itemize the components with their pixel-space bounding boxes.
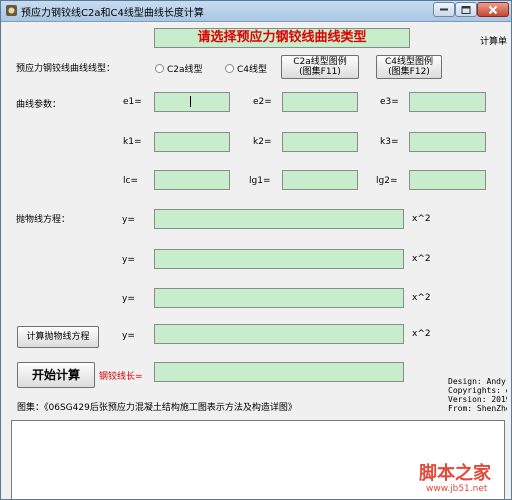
lg1-label: lg1=	[249, 176, 271, 186]
parabola-label: 抛物线方程：	[16, 215, 71, 225]
minimize-button[interactable]	[433, 2, 455, 17]
parabola-output-3[interactable]	[154, 288, 404, 308]
c4-legend-line2: (图集F12)	[388, 67, 430, 77]
c2a-legend-button[interactable]: C2a线型图例 (图集F11)	[281, 55, 359, 79]
k1-input[interactable]	[154, 132, 230, 152]
info-copyrights: Copyrights: d	[448, 386, 507, 395]
k3-label: k3=	[380, 137, 399, 147]
app-icon	[6, 5, 17, 16]
client-area: 请选择预应力钢铰线曲线类型 计算单位 预应力钢铰线曲线线型： C2a线型 C4线…	[6, 22, 507, 499]
parabola-x2-label-3: x^2	[412, 293, 431, 303]
radio-c4-label: C4线型	[237, 65, 268, 75]
info-version: Version: 2019	[448, 395, 507, 404]
length-label: 钢铰线长=	[99, 372, 143, 382]
parabola-x2-label-4: x^2	[412, 329, 431, 339]
parabola-y-label-1: y=	[122, 215, 135, 225]
maximize-button[interactable]	[455, 2, 477, 17]
k1-label: k1=	[123, 137, 142, 147]
start-calc-button[interactable]: 开始计算	[17, 362, 95, 388]
parabola-x2-label-2: x^2	[412, 254, 431, 264]
atlas-reference: 图集：《06SG429后张预应力混凝土结构施工图表示方法及构造详图》	[17, 403, 297, 413]
calc-parabola-button[interactable]: 计算抛物线方程	[17, 326, 99, 348]
parabola-y-label-2: y=	[122, 255, 135, 265]
lc-label: lc=	[123, 176, 138, 186]
watermark-url: www.jb51.net	[426, 484, 488, 494]
length-output[interactable]	[154, 362, 404, 382]
c4-legend-line1: C4线型图例	[384, 57, 433, 67]
parabola-output-2[interactable]	[154, 249, 404, 269]
k2-input[interactable]	[282, 132, 358, 152]
window-title: 预应力钢铰线C2a和C4线型曲线长度计算	[21, 8, 204, 19]
e1-label: e1=	[123, 97, 142, 107]
info-design: Design: Andy	[448, 377, 506, 386]
text-caret	[190, 96, 191, 107]
lg1-input[interactable]	[282, 170, 358, 190]
curve-type-label: 预应力钢铰线曲线线型：	[16, 64, 116, 74]
parabola-y-label-4: y=	[122, 331, 135, 341]
parabola-output-1[interactable]	[154, 209, 404, 229]
lc-input[interactable]	[154, 170, 230, 190]
radio-c4[interactable]	[225, 64, 234, 73]
k2-label: k2=	[253, 137, 272, 147]
title-bar: 预应力钢铰线C2a和C4线型曲线长度计算	[1, 1, 511, 22]
info-from: From: ShenZhe	[448, 404, 507, 413]
radio-c2a-label: C2a线型	[167, 65, 203, 75]
unit-label: 计算单位	[480, 37, 507, 47]
lg2-label: lg2=	[376, 176, 398, 186]
parabola-x2-label-1: x^2	[412, 214, 431, 224]
e3-input[interactable]	[409, 92, 486, 112]
e2-label: e2=	[253, 97, 272, 107]
maximize-icon	[461, 5, 471, 14]
e1-input[interactable]	[154, 92, 230, 112]
k3-input[interactable]	[409, 132, 486, 152]
app-window: 预应力钢铰线C2a和C4线型曲线长度计算 请选择预应力钢铰线曲线类型 计算单位 …	[0, 0, 512, 500]
parabola-output-4[interactable]	[154, 324, 404, 344]
close-icon	[488, 5, 498, 14]
c4-legend-button[interactable]: C4线型图例 (图集F12)	[376, 55, 442, 79]
parabola-y-label-3: y=	[122, 294, 135, 304]
c2a-legend-line1: C2a线型图例	[293, 57, 347, 67]
close-button[interactable]	[477, 2, 509, 17]
radio-c2a[interactable]	[155, 64, 164, 73]
e3-label: e3=	[380, 97, 399, 107]
params-label: 曲线参数：	[16, 100, 62, 110]
c2a-legend-line2: (图集F11)	[299, 67, 341, 77]
curve-type-banner: 请选择预应力钢铰线曲线类型	[154, 28, 410, 48]
minimize-icon	[440, 8, 448, 10]
lg2-input[interactable]	[409, 170, 486, 190]
e2-input[interactable]	[282, 92, 358, 112]
watermark-cn: 脚本之家	[419, 463, 491, 484]
